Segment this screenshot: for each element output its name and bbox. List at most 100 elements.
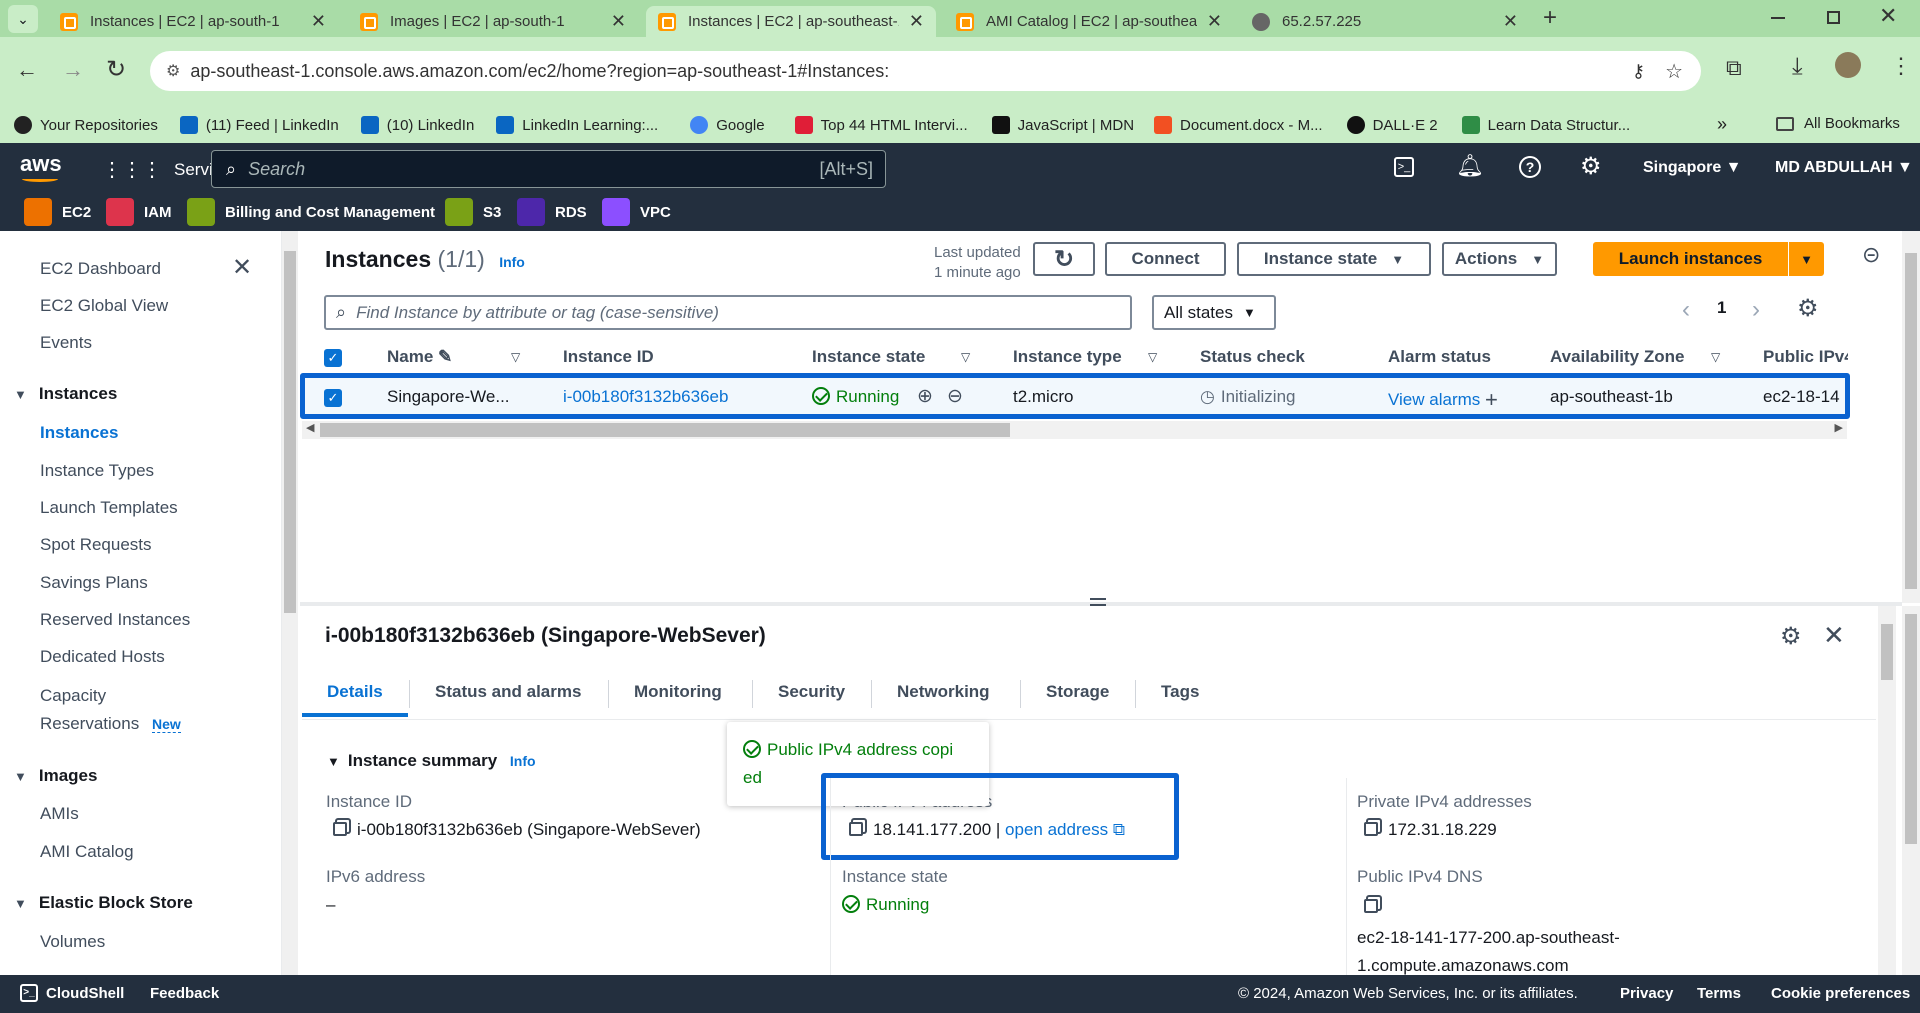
view-alarms-link[interactable]: View alarms +: [1388, 387, 1498, 413]
scroll-right-icon[interactable]: ▶: [1835, 421, 1843, 434]
menu-icon[interactable]: ⋮: [1890, 53, 1912, 79]
all-states-select[interactable]: All states ▼: [1152, 295, 1276, 330]
tab-monitoring[interactable]: Monitoring: [634, 682, 722, 702]
browser-tab[interactable]: 65.2.57.225 ✕: [1240, 6, 1530, 37]
scrollbar-thumb[interactable]: [284, 251, 296, 613]
launch-instances-button[interactable]: Launch instances: [1593, 242, 1788, 276]
zoom-in-icon[interactable]: ⊕: [917, 385, 933, 408]
sidebar-section-instances[interactable]: Instances: [14, 384, 117, 404]
sort-icon[interactable]: ▽: [511, 350, 520, 364]
sidebar-item-volumes[interactable]: Volumes: [40, 932, 105, 952]
region-selector[interactable]: Singapore ▼: [1643, 159, 1742, 177]
column-header-public-ipv4[interactable]: Public IPv4: [1763, 347, 1848, 367]
minimize-icon[interactable]: [1771, 17, 1785, 19]
notifications-bell-icon[interactable]: 🔔︎: [1456, 153, 1484, 179]
favorite-vpc[interactable]: VPC: [602, 198, 671, 226]
filter-input[interactable]: ⌕ Find Instance by attribute or tag (cas…: [324, 295, 1132, 330]
sidebar-item-ec2-global-view[interactable]: EC2 Global View: [40, 296, 168, 316]
bookmark-item[interactable]: Learn Data Structur...: [1461, 116, 1630, 134]
connect-button[interactable]: Connect: [1105, 242, 1226, 276]
column-header-instance-type[interactable]: Instance type: [1013, 347, 1122, 367]
scrollbar-thumb[interactable]: [1905, 253, 1917, 589]
tab-details[interactable]: Details: [327, 682, 383, 702]
account-menu[interactable]: MD ABDULLAH ▼: [1775, 159, 1913, 177]
add-icon[interactable]: +: [1485, 387, 1498, 412]
refresh-button[interactable]: ↻: [1033, 242, 1095, 276]
cloudshell-icon[interactable]: >_: [1394, 157, 1414, 177]
zoom-out-icon[interactable]: ⊖: [947, 385, 963, 408]
copy-icon[interactable]: [1364, 899, 1378, 913]
table-horizontal-scrollbar[interactable]: ◀ ▶: [302, 421, 1847, 439]
browser-tab[interactable]: Images | EC2 | ap-south-1 ✕: [348, 6, 638, 37]
favorite-iam[interactable]: IAM: [106, 198, 172, 226]
sidebar-item-launch-templates[interactable]: Launch Templates: [40, 498, 178, 518]
profile-avatar[interactable]: [1835, 52, 1861, 78]
tab-networking[interactable]: Networking: [897, 682, 990, 702]
tab-tags[interactable]: Tags: [1161, 682, 1199, 702]
close-icon[interactable]: ✕: [1503, 11, 1518, 32]
sidebar-section-ebs[interactable]: Elastic Block Store: [14, 893, 193, 913]
copy-icon[interactable]: [1364, 822, 1378, 836]
scrollbar-thumb[interactable]: [1905, 614, 1917, 844]
sidebar-item-capacity[interactable]: Capacity: [40, 686, 106, 706]
details-scrollbar[interactable]: [1878, 606, 1896, 975]
details-settings-icon[interactable]: ⚙: [1780, 622, 1802, 651]
bookmark-item[interactable]: Google: [690, 116, 765, 134]
column-header-instance-id[interactable]: Instance ID: [563, 347, 654, 367]
forward-icon[interactable]: →: [62, 57, 84, 83]
settings-gear-icon[interactable]: ⚙: [1580, 152, 1602, 181]
bookmark-item[interactable]: (10) LinkedIn: [360, 116, 474, 134]
table-settings-icon[interactable]: ⚙: [1797, 294, 1819, 323]
privacy-link[interactable]: Privacy: [1620, 985, 1673, 1002]
instance-summary-header[interactable]: ▼ Instance summary Info: [327, 751, 536, 771]
tab-search-button[interactable]: ⌄: [8, 5, 38, 33]
sidebar-item-instance-types[interactable]: Instance Types: [40, 461, 154, 481]
bookmark-item[interactable]: Document.docx - M...: [1154, 116, 1323, 134]
column-header-availability-zone[interactable]: Availability Zone: [1550, 347, 1684, 367]
sidebar-item-dedicated-hosts[interactable]: Dedicated Hosts: [40, 647, 165, 667]
sidebar-item-events[interactable]: Events: [40, 333, 92, 353]
new-tab-icon[interactable]: +: [1543, 4, 1557, 32]
sidebar-item-reservations[interactable]: Reservations New: [40, 714, 181, 734]
close-window-icon[interactable]: ✕: [1879, 3, 1897, 29]
sidebar-item-ami-catalog[interactable]: AMI Catalog: [40, 842, 134, 862]
favorite-billing[interactable]: Billing and Cost Management: [187, 198, 435, 226]
bookmark-item[interactable]: Top 44 HTML Intervi...: [794, 116, 968, 134]
favorite-rds[interactable]: RDS: [517, 198, 587, 226]
scrollbar-thumb[interactable]: [320, 423, 1010, 437]
details-close-icon[interactable]: ✕: [1823, 620, 1845, 651]
info-link[interactable]: Info: [499, 254, 525, 270]
list-panel-scrollbar[interactable]: [1902, 231, 1920, 603]
close-icon[interactable]: ✕: [311, 11, 326, 32]
cookie-preferences-link[interactable]: Cookie preferences: [1771, 985, 1910, 1002]
back-icon[interactable]: ←: [16, 57, 38, 83]
close-icon[interactable]: ✕: [1207, 11, 1222, 32]
browser-tab[interactable]: Instances | EC2 | ap-south-1 ✕: [48, 6, 338, 37]
sidebar-item-ec2-dashboard[interactable]: EC2 Dashboard: [40, 259, 161, 279]
all-bookmarks[interactable]: All Bookmarks: [1776, 115, 1900, 132]
launch-dropdown-button[interactable]: ▼: [1789, 242, 1824, 276]
sidebar-item-spot-requests[interactable]: Spot Requests: [40, 535, 152, 555]
tab-security[interactable]: Security: [778, 682, 845, 702]
address-bar[interactable]: ⚙ ap-southeast-1.console.aws.amazon.com/…: [150, 51, 1701, 91]
column-header-status-check[interactable]: Status check: [1200, 347, 1305, 367]
site-info-icon[interactable]: ⚙: [166, 61, 180, 81]
browser-tab-active[interactable]: Instances | EC2 | ap-southeast-1 ✕: [646, 6, 936, 37]
download-icon[interactable]: ⤓: [1792, 53, 1803, 81]
column-header-instance-state[interactable]: Instance state: [812, 347, 925, 367]
sort-icon[interactable]: ▽: [1711, 350, 1720, 364]
more-bookmarks-icon[interactable]: »: [1717, 114, 1727, 135]
page-scrollbar[interactable]: [1902, 606, 1920, 975]
browser-tab[interactable]: AMI Catalog | EC2 | ap-southeast-1✕: [944, 6, 1234, 37]
close-sidebar-icon[interactable]: ✕: [232, 253, 252, 282]
help-icon[interactable]: ?: [1519, 156, 1541, 178]
next-page-icon[interactable]: ›: [1752, 296, 1760, 324]
bookmark-star-icon[interactable]: ☆: [1665, 59, 1683, 84]
actions-button[interactable]: Actions ▼: [1442, 242, 1557, 276]
sort-icon[interactable]: ▽: [961, 350, 970, 364]
cell-instance-id-link[interactable]: i-00b180f3132b636eb: [563, 387, 728, 407]
copy-icon[interactable]: [333, 822, 347, 836]
sidebar-scrollbar[interactable]: [282, 231, 298, 975]
aws-logo[interactable]: aws: [20, 151, 62, 177]
sidebar-item-instances[interactable]: Instances: [40, 423, 118, 443]
